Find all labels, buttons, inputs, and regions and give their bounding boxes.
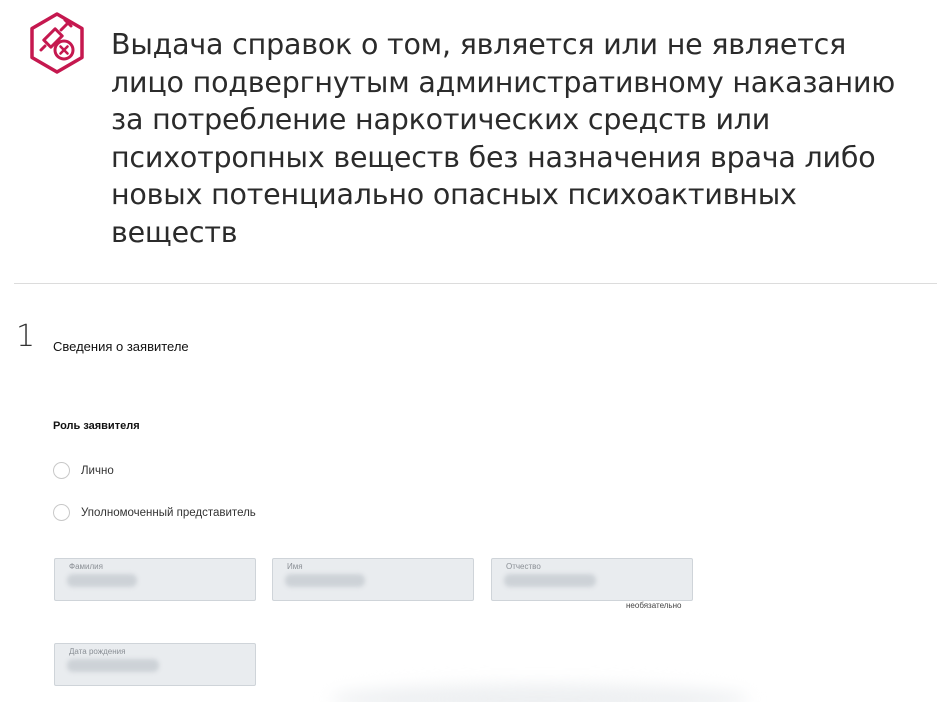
- patronymic-field-value: [504, 574, 596, 587]
- patronymic-field-label: Отчество: [506, 562, 541, 571]
- surname-field-value: [67, 574, 137, 587]
- header-divider: [14, 283, 937, 284]
- name-field-value: [285, 574, 365, 587]
- birthdate-field-label: Дата рождения: [69, 647, 126, 656]
- surname-field[interactable]: Фамилия: [54, 558, 256, 601]
- radio-button[interactable]: [53, 462, 70, 479]
- syringe-cross-icon: [26, 12, 88, 74]
- radio-option-label: Лично: [81, 464, 114, 477]
- page-title: Выдача справок о том, является или не яв…: [111, 28, 896, 249]
- step-number: 1: [16, 319, 36, 354]
- optional-note: необязательно: [626, 601, 682, 610]
- birthdate-field[interactable]: Дата рождения: [54, 643, 256, 686]
- name-field[interactable]: Имя: [272, 558, 474, 601]
- radio-option-representative[interactable]: Уполномоченный представитель: [53, 504, 256, 521]
- surname-field-label: Фамилия: [69, 562, 103, 571]
- step-title: Сведения о заявителе: [53, 339, 189, 354]
- birthdate-field-value: [67, 659, 159, 672]
- radio-option-personal[interactable]: Лично: [53, 462, 114, 479]
- bottom-shadow: [330, 684, 750, 702]
- name-field-label: Имя: [287, 562, 303, 571]
- radio-button[interactable]: [53, 504, 70, 521]
- patronymic-field[interactable]: Отчество: [491, 558, 693, 601]
- radio-option-label: Уполномоченный представитель: [81, 506, 256, 519]
- applicant-role-label: Роль заявителя: [53, 420, 140, 432]
